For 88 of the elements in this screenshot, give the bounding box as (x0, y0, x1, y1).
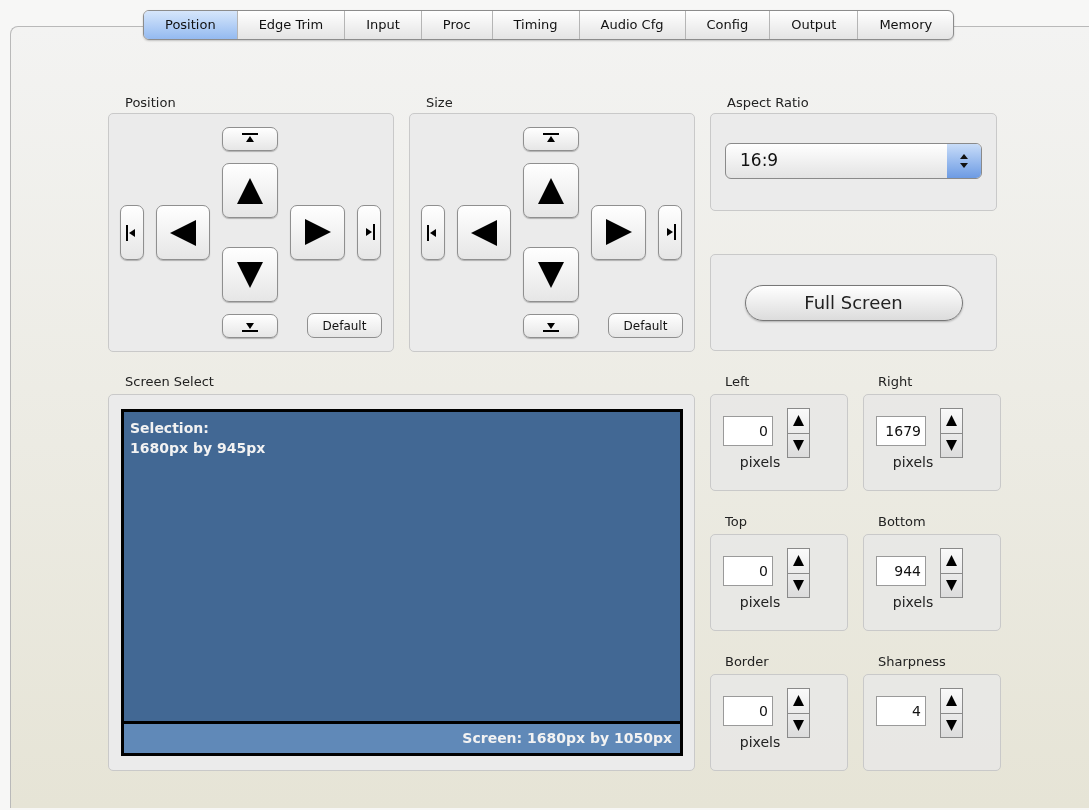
unit-label: pixels (738, 453, 782, 472)
arrow-to-right-edge-icon (664, 224, 676, 240)
arrow-to-left-edge-icon (427, 224, 439, 241)
tab[interactable]: Config (684, 11, 770, 39)
up-arrow-icon (793, 555, 804, 567)
field-label: Top (725, 513, 748, 531)
arrow-to-bottom-icon (543, 320, 559, 332)
selection-size: 1680px by 945px (130, 439, 267, 458)
stepper[interactable] (787, 688, 810, 738)
up-arrow-icon (237, 177, 263, 204)
down-arrow-icon (946, 439, 957, 451)
field-label: Border (725, 653, 770, 671)
move-right-button[interactable] (290, 204, 345, 260)
down-arrow-icon (793, 579, 804, 591)
move-to-bottom-button[interactable] (222, 314, 278, 338)
tab[interactable]: Edge Trim (236, 11, 345, 39)
field-label: Left (725, 373, 751, 391)
move-down-button[interactable] (222, 247, 278, 302)
up-arrow-icon (793, 695, 804, 707)
move-up-button[interactable] (222, 163, 278, 218)
unit-label: pixels (738, 733, 782, 752)
up-arrow-icon (946, 695, 957, 707)
up-arrow-icon (538, 177, 564, 204)
unit-label: pixels (891, 453, 935, 472)
down-arrow-icon (793, 439, 804, 451)
group-label: Aspect Ratio (727, 94, 810, 112)
move-left-button[interactable] (457, 205, 511, 260)
up-arrow-icon (946, 555, 957, 567)
field-label: Sharpness (878, 653, 947, 671)
move-to-left-edge-button[interactable] (120, 205, 144, 260)
up-arrow-icon (793, 415, 804, 427)
field-label: Bottom (878, 513, 927, 531)
number-field[interactable]: 1679 (876, 416, 926, 446)
move-to-left-edge-button[interactable] (421, 205, 445, 260)
move-to-top-button[interactable] (222, 127, 278, 151)
tab[interactable]: Timing (491, 11, 579, 39)
field-label: Right (878, 373, 914, 391)
move-to-bottom-button[interactable] (523, 314, 579, 338)
tab[interactable]: Input (344, 11, 421, 39)
arrow-to-top-icon (543, 133, 559, 145)
group-label: Screen Select (125, 373, 215, 391)
down-arrow-icon (946, 579, 957, 591)
screen-info: Screen: 1680px by 1050px (462, 729, 672, 748)
tab[interactable]: Audio Cfg (578, 11, 685, 39)
number-field[interactable]: 4 (876, 696, 926, 726)
stepper[interactable] (787, 548, 810, 598)
up-arrow-icon (946, 415, 957, 427)
move-to-top-button[interactable] (523, 127, 579, 151)
number-field[interactable]: 0 (723, 556, 773, 586)
right-arrow-icon (605, 219, 632, 245)
down-arrow-icon (946, 719, 957, 731)
unit-label: pixels (891, 593, 935, 612)
default-button[interactable]: Default (307, 313, 382, 338)
unit-label: pixels (738, 593, 782, 612)
move-down-button[interactable] (523, 247, 579, 302)
right-arrow-icon (304, 219, 331, 245)
full-screen-button[interactable]: Full Screen (744, 284, 963, 321)
down-arrow-icon (237, 261, 263, 288)
group-label: Position (125, 94, 177, 112)
stepper[interactable] (787, 408, 810, 458)
move-right-button[interactable] (591, 204, 646, 260)
arrow-to-bottom-icon (242, 320, 258, 332)
number-field[interactable]: 0 (723, 416, 773, 446)
move-left-button[interactable] (156, 205, 210, 260)
up-down-arrows-icon (960, 154, 968, 168)
tab[interactable]: Position (144, 11, 237, 39)
selection-title: Selection: (130, 419, 210, 438)
move-to-right-edge-button[interactable] (658, 204, 682, 260)
arrow-to-top-icon (242, 133, 258, 145)
arrow-to-right-edge-icon (363, 224, 375, 240)
down-arrow-icon (793, 719, 804, 731)
stepper[interactable] (940, 688, 963, 738)
down-arrow-icon (538, 261, 564, 288)
aspect-ratio-select[interactable]: 16:9 (725, 143, 982, 179)
default-button[interactable]: Default (608, 313, 683, 338)
stepper[interactable] (940, 548, 963, 598)
move-up-button[interactable] (523, 163, 579, 218)
tab[interactable]: Proc (420, 11, 492, 39)
arrow-to-left-edge-icon (126, 224, 138, 241)
left-arrow-icon (170, 219, 196, 246)
number-field[interactable]: 0 (723, 696, 773, 726)
left-arrow-icon (471, 219, 497, 246)
number-field[interactable]: 944 (876, 556, 926, 586)
screen-preview[interactable]: Selection: 1680px by 945px Screen: 1680px by 1050px (121, 409, 683, 756)
group-label: Size (426, 94, 454, 112)
stepper[interactable] (940, 408, 963, 458)
tab[interactable]: Output (769, 11, 858, 39)
move-to-right-edge-button[interactable] (357, 204, 381, 260)
